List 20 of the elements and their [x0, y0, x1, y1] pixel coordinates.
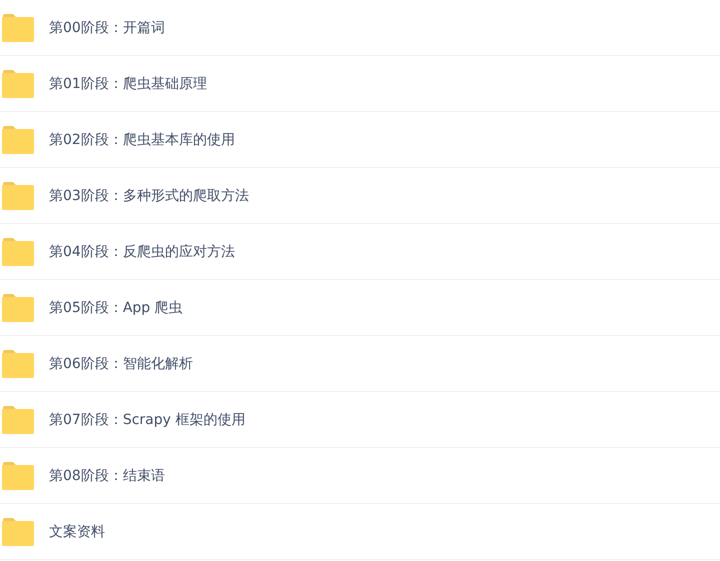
folder-icon: [2, 462, 34, 490]
folder-name[interactable]: 第05阶段：App 爬虫: [49, 298, 183, 316]
folder-name[interactable]: 第02阶段：爬虫基本库的使用: [49, 130, 235, 148]
folder-icon: [2, 14, 34, 42]
folder-name[interactable]: 第06阶段：智能化解析: [49, 354, 193, 372]
folder-name[interactable]: 文案资料: [49, 522, 105, 540]
folder-icon: [2, 294, 34, 322]
folder-name[interactable]: 第00阶段：开篇词: [49, 18, 165, 36]
folder-name[interactable]: 第01阶段：爬虫基础原理: [49, 74, 207, 92]
folder-icon: [2, 238, 34, 266]
folder-name[interactable]: 第07阶段：Scrapy 框架的使用: [49, 410, 246, 428]
folder-icon: [2, 406, 34, 434]
folder-icon: [2, 518, 34, 546]
folder-name[interactable]: 第04阶段：反爬虫的应对方法: [49, 242, 235, 260]
folder-icon: [2, 350, 34, 378]
folder-name[interactable]: 第03阶段：多种形式的爬取方法: [49, 186, 249, 204]
folder-icon: [2, 70, 34, 98]
folder-icon: [2, 126, 34, 154]
folder-icon: [2, 182, 34, 210]
folder-name[interactable]: 第08阶段：结束语: [49, 466, 165, 484]
